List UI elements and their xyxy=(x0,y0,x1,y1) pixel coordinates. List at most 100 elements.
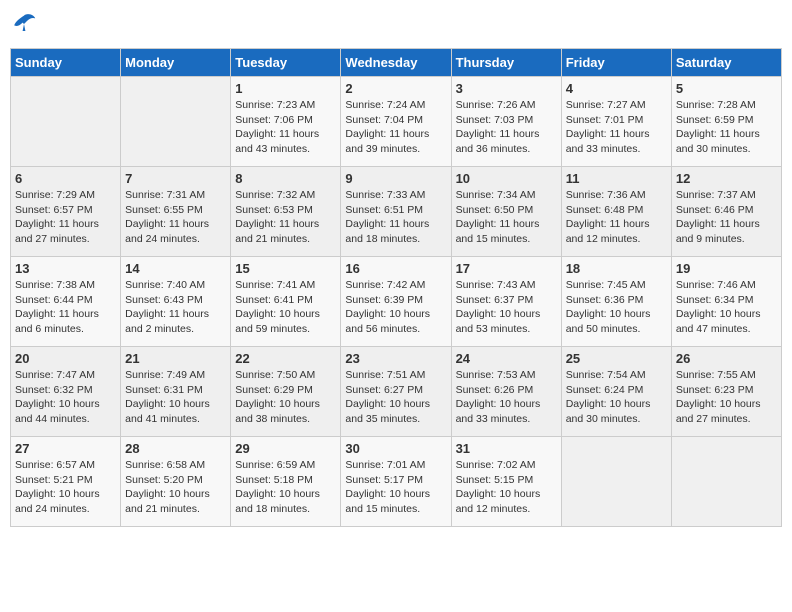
day-content: Sunrise: 7:38 AM Sunset: 6:44 PM Dayligh… xyxy=(15,278,116,337)
calendar-cell: 15 Sunrise: 7:41 AM Sunset: 6:41 PM Dayli… xyxy=(231,257,341,347)
day-content: Sunrise: 7:24 AM Sunset: 7:04 PM Dayligh… xyxy=(345,98,446,157)
day-content: Sunrise: 7:37 AM Sunset: 6:46 PM Dayligh… xyxy=(676,188,777,247)
calendar-cell xyxy=(561,437,671,527)
calendar-cell: 16Sunrise: 7:42 AM Sunset: 6:39 PM Dayli… xyxy=(341,257,451,347)
page-header xyxy=(10,10,782,38)
calendar-cell xyxy=(11,77,121,167)
day-content: Sunrise: 7:27 AM Sunset: 7:01 PM Dayligh… xyxy=(566,98,667,157)
day-content: Sunrise: 7:46 AM Sunset: 6:34 PM Dayligh… xyxy=(676,278,777,337)
calendar-cell: 24Sunrise: 7:53 AM Sunset: 6:26 PM Dayli… xyxy=(451,347,561,437)
calendar-cell: 20Sunrise: 7:47 AM Sunset: 6:32 PM Dayli… xyxy=(11,347,121,437)
day-number: 13 xyxy=(15,261,116,276)
day-number: 8 xyxy=(235,171,336,186)
day-header-saturday: Saturday xyxy=(671,49,781,77)
day-content: Sunrise: 7:23 AM Sunset: 7:06 PM Dayligh… xyxy=(235,98,336,157)
day-number: 15 xyxy=(235,261,336,276)
calendar-week-row: 20Sunrise: 7:47 AM Sunset: 6:32 PM Dayli… xyxy=(11,347,782,437)
day-content: Sunrise: 7:49 AM Sunset: 6:31 PM Dayligh… xyxy=(125,368,226,427)
calendar-week-row: 6 Sunrise: 7:29 AM Sunset: 6:57 PM Daylig… xyxy=(11,167,782,257)
day-content: Sunrise: 7:31 AM Sunset: 6:55 PM Dayligh… xyxy=(125,188,226,247)
calendar-week-row: 13 Sunrise: 7:38 AM Sunset: 6:44 PM Dayli… xyxy=(11,257,782,347)
calendar-cell: 19 Sunrise: 7:46 AM Sunset: 6:34 PM Dayli… xyxy=(671,257,781,347)
day-content: Sunrise: 7:26 AM Sunset: 7:03 PM Dayligh… xyxy=(456,98,557,157)
day-number: 1 xyxy=(235,81,336,96)
day-content: Sunrise: 7:45 AM Sunset: 6:36 PM Dayligh… xyxy=(566,278,667,337)
calendar-cell: 8 Sunrise: 7:32 AM Sunset: 6:53 PM Daylig… xyxy=(231,167,341,257)
day-number: 28 xyxy=(125,441,226,456)
day-number: 24 xyxy=(456,351,557,366)
calendar-cell: 23Sunrise: 7:51 AM Sunset: 6:27 PM Dayli… xyxy=(341,347,451,437)
day-content: Sunrise: 6:58 AM Sunset: 5:20 PM Dayligh… xyxy=(125,458,226,517)
calendar-cell: 5Sunrise: 7:28 AM Sunset: 6:59 PM Daylig… xyxy=(671,77,781,167)
day-number: 26 xyxy=(676,351,777,366)
day-header-friday: Friday xyxy=(561,49,671,77)
day-content: Sunrise: 7:34 AM Sunset: 6:50 PM Dayligh… xyxy=(456,188,557,247)
day-header-monday: Monday xyxy=(121,49,231,77)
calendar-header-row: SundayMondayTuesdayWednesdayThursdayFrid… xyxy=(11,49,782,77)
day-number: 3 xyxy=(456,81,557,96)
day-content: Sunrise: 7:54 AM Sunset: 6:24 PM Dayligh… xyxy=(566,368,667,427)
calendar-cell: 22 Sunrise: 7:50 AM Sunset: 6:29 PM Dayli… xyxy=(231,347,341,437)
logo xyxy=(10,10,42,38)
calendar-table: SundayMondayTuesdayWednesdayThursdayFrid… xyxy=(10,48,782,527)
calendar-cell: 7 Sunrise: 7:31 AM Sunset: 6:55 PM Daylig… xyxy=(121,167,231,257)
day-number: 14 xyxy=(125,261,226,276)
day-number: 22 xyxy=(235,351,336,366)
calendar-cell: 21 Sunrise: 7:49 AM Sunset: 6:31 PM Dayli… xyxy=(121,347,231,437)
day-number: 19 xyxy=(676,261,777,276)
day-number: 11 xyxy=(566,171,667,186)
calendar-cell: 11 Sunrise: 7:36 AM Sunset: 6:48 PM Dayli… xyxy=(561,167,671,257)
calendar-cell: 10 Sunrise: 7:34 AM Sunset: 6:50 PM Dayli… xyxy=(451,167,561,257)
calendar-cell: 3 Sunrise: 7:26 AM Sunset: 7:03 PM Daylig… xyxy=(451,77,561,167)
day-number: 9 xyxy=(345,171,446,186)
calendar-cell: 9 Sunrise: 7:33 AM Sunset: 6:51 PM Daylig… xyxy=(341,167,451,257)
day-number: 18 xyxy=(566,261,667,276)
day-content: Sunrise: 7:51 AM Sunset: 6:27 PM Dayligh… xyxy=(345,368,446,427)
day-header-sunday: Sunday xyxy=(11,49,121,77)
day-content: Sunrise: 7:29 AM Sunset: 6:57 PM Dayligh… xyxy=(15,188,116,247)
day-number: 27 xyxy=(15,441,116,456)
day-number: 21 xyxy=(125,351,226,366)
calendar-cell: 29 Sunrise: 6:59 AM Sunset: 5:18 PM Dayli… xyxy=(231,437,341,527)
day-header-wednesday: Wednesday xyxy=(341,49,451,77)
day-number: 17 xyxy=(456,261,557,276)
day-content: Sunrise: 7:36 AM Sunset: 6:48 PM Dayligh… xyxy=(566,188,667,247)
day-content: Sunrise: 7:28 AM Sunset: 6:59 PM Dayligh… xyxy=(676,98,777,157)
day-content: Sunrise: 7:33 AM Sunset: 6:51 PM Dayligh… xyxy=(345,188,446,247)
day-header-thursday: Thursday xyxy=(451,49,561,77)
day-number: 29 xyxy=(235,441,336,456)
day-content: Sunrise: 7:02 AM Sunset: 5:15 PM Dayligh… xyxy=(456,458,557,517)
day-number: 6 xyxy=(15,171,116,186)
day-content: Sunrise: 6:57 AM Sunset: 5:21 PM Dayligh… xyxy=(15,458,116,517)
calendar-cell: 17 Sunrise: 7:43 AM Sunset: 6:37 PM Dayli… xyxy=(451,257,561,347)
calendar-cell: 6 Sunrise: 7:29 AM Sunset: 6:57 PM Daylig… xyxy=(11,167,121,257)
day-number: 7 xyxy=(125,171,226,186)
calendar-cell xyxy=(121,77,231,167)
calendar-cell: 26Sunrise: 7:55 AM Sunset: 6:23 PM Dayli… xyxy=(671,347,781,437)
calendar-cell: 4 Sunrise: 7:27 AM Sunset: 7:01 PM Daylig… xyxy=(561,77,671,167)
calendar-week-row: 27 Sunrise: 6:57 AM Sunset: 5:21 PM Dayli… xyxy=(11,437,782,527)
calendar-cell: 18 Sunrise: 7:45 AM Sunset: 6:36 PM Dayli… xyxy=(561,257,671,347)
calendar-cell: 1 Sunrise: 7:23 AM Sunset: 7:06 PM Daylig… xyxy=(231,77,341,167)
day-content: Sunrise: 6:59 AM Sunset: 5:18 PM Dayligh… xyxy=(235,458,336,517)
calendar-cell: 2 Sunrise: 7:24 AM Sunset: 7:04 PM Daylig… xyxy=(341,77,451,167)
calendar-cell xyxy=(671,437,781,527)
calendar-cell: 28 Sunrise: 6:58 AM Sunset: 5:20 PM Dayli… xyxy=(121,437,231,527)
calendar-cell: 13 Sunrise: 7:38 AM Sunset: 6:44 PM Dayli… xyxy=(11,257,121,347)
calendar-cell: 12 Sunrise: 7:37 AM Sunset: 6:46 PM Dayli… xyxy=(671,167,781,257)
day-content: Sunrise: 7:32 AM Sunset: 6:53 PM Dayligh… xyxy=(235,188,336,247)
day-number: 10 xyxy=(456,171,557,186)
day-number: 4 xyxy=(566,81,667,96)
day-number: 30 xyxy=(345,441,446,456)
calendar-cell: 31Sunrise: 7:02 AM Sunset: 5:15 PM Dayli… xyxy=(451,437,561,527)
day-number: 25 xyxy=(566,351,667,366)
day-number: 16 xyxy=(345,261,446,276)
day-number: 12 xyxy=(676,171,777,186)
day-number: 2 xyxy=(345,81,446,96)
logo-bird-icon xyxy=(10,10,38,38)
day-content: Sunrise: 7:43 AM Sunset: 6:37 PM Dayligh… xyxy=(456,278,557,337)
day-content: Sunrise: 7:47 AM Sunset: 6:32 PM Dayligh… xyxy=(15,368,116,427)
day-content: Sunrise: 7:50 AM Sunset: 6:29 PM Dayligh… xyxy=(235,368,336,427)
calendar-cell: 25 Sunrise: 7:54 AM Sunset: 6:24 PM Dayli… xyxy=(561,347,671,437)
day-content: Sunrise: 7:41 AM Sunset: 6:41 PM Dayligh… xyxy=(235,278,336,337)
